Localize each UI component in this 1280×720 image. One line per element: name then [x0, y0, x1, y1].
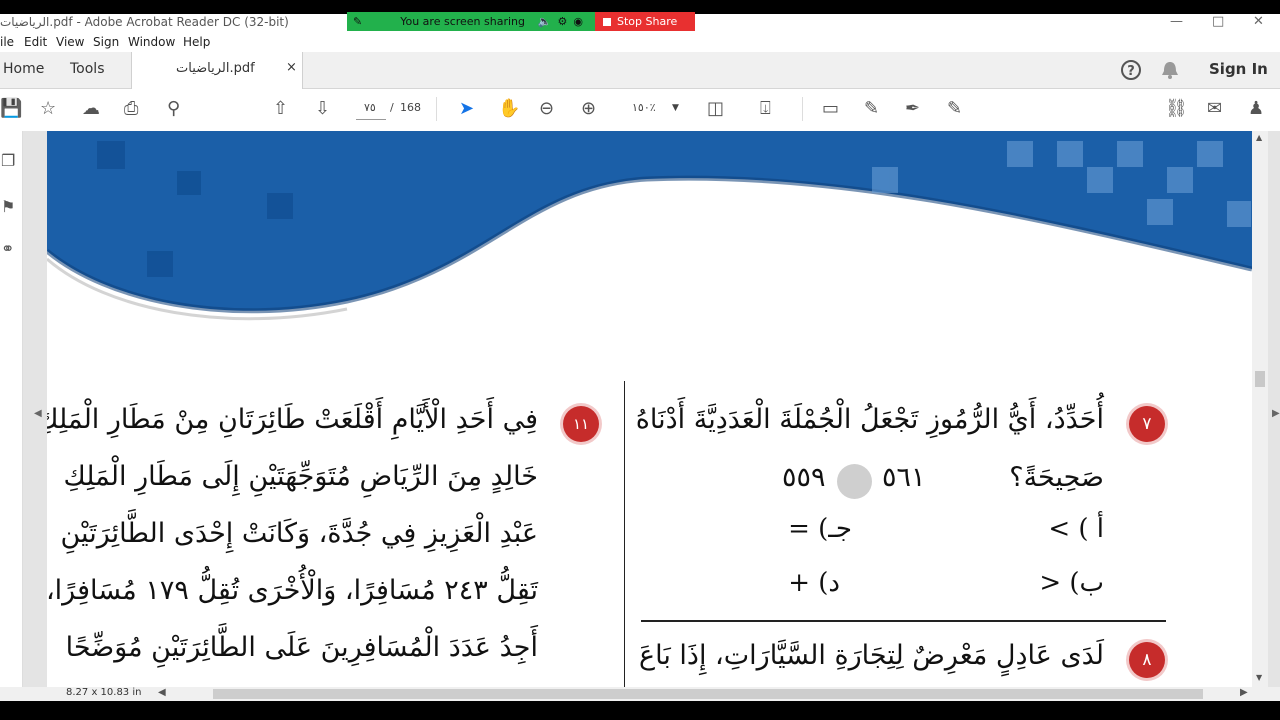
- page-size-readout: 8.27 x 10.83 in: [66, 687, 142, 698]
- horizontal-scrollbar[interactable]: 8.27 x 10.83 in ◀ ▶: [0, 687, 1280, 701]
- print-icon[interactable]: ⎙: [124, 99, 138, 119]
- close-window-button[interactable]: ✕: [1253, 14, 1264, 29]
- next-page-icon[interactable]: ⇩: [315, 99, 330, 119]
- bell-icon[interactable]: [1160, 59, 1180, 81]
- option-a: أ ) >: [1048, 514, 1104, 544]
- help-icon[interactable]: ?: [1120, 59, 1142, 81]
- screen-share-status: ✎ You are screen sharing 🔈⚙◉: [347, 12, 595, 31]
- highlight-icon[interactable]: ✎: [864, 99, 879, 119]
- column-divider: [624, 381, 625, 687]
- expression-left-number: ٥٦١: [882, 462, 926, 493]
- question-7-text: أُحَدِّدُ، أَيُّ الرُّمُوزِ تَجْعَلُ الْ…: [635, 404, 1104, 435]
- stop-icon: [603, 17, 611, 26]
- hand-tool-icon[interactable]: ✋: [498, 99, 520, 119]
- question-8-badge: ٨: [1129, 642, 1165, 678]
- menu-file[interactable]: ile: [0, 35, 14, 49]
- option-d: د) +: [788, 568, 840, 598]
- bookmark-icon[interactable]: ⚑: [1, 197, 15, 216]
- scroll-down-icon[interactable]: ▼: [1256, 673, 1262, 682]
- question-8-text: لَدَى عَادِلٍ مَعْرِضٌ لِتِجَارَةِ السَّ…: [639, 640, 1104, 671]
- question-7-text-cont: صَحِيحَةً؟: [1009, 462, 1104, 493]
- question-11-line-4: تَقِلُّ ٢٤٣ مُسَافِرًا، وَالْأُخْرَى تُق…: [47, 575, 538, 606]
- question-11-badge: ١١: [563, 406, 599, 442]
- sign-in-button[interactable]: Sign In: [1209, 60, 1268, 78]
- screen-share-bar: ✎ You are screen sharing 🔈⚙◉ Stop Share: [347, 12, 695, 31]
- left-nav-panel: ❐ ⚑ ⚭: [0, 131, 23, 687]
- zoom-in-icon[interactable]: ⊕: [581, 99, 596, 119]
- menu-window[interactable]: Window: [128, 35, 175, 49]
- horizontal-scroll-thumb[interactable]: [213, 689, 1203, 699]
- screen-share-text: You are screen sharing: [400, 15, 525, 28]
- tab-document[interactable]: الرياضيات.pdf ×: [131, 52, 303, 89]
- link-icon[interactable]: ⛓: [1165, 99, 1188, 119]
- question-7-badge: ٧: [1129, 406, 1165, 442]
- toolbar-divider: [436, 97, 437, 121]
- pin-icon[interactable]: ✎: [353, 15, 362, 28]
- star-icon[interactable]: ☆: [40, 99, 56, 119]
- scroll-right-icon[interactable]: ▶: [1240, 687, 1248, 698]
- stop-share-button[interactable]: Stop Share: [595, 12, 695, 31]
- select-cursor-icon[interactable]: ➤: [459, 99, 474, 119]
- main-toolbar: 💾 ☆ ☁ ⎙ ⚲ ⇧ ⇩ ٧٥ / 168 ➤ ✋ ⊖ ⊕ ١٥٠٪ ▼ ◫ …: [0, 89, 1280, 132]
- pdf-page: ٧ أُحَدِّدُ، أَيُّ الرُّمُوزِ تَجْعَلُ ا…: [47, 131, 1252, 687]
- close-tab-icon[interactable]: ×: [286, 60, 297, 75]
- question-divider: [641, 620, 1166, 622]
- comment-icon[interactable]: ▭: [822, 99, 839, 119]
- blank-circle: [837, 464, 872, 499]
- minimize-button[interactable]: —: [1170, 14, 1183, 29]
- scroll-up-icon[interactable]: ▲: [1256, 133, 1262, 142]
- window-title: الرياضيات.pdf - Adobe Acrobat Reader DC …: [0, 15, 289, 29]
- question-11-line-3: عَبْدِ الْعَزِيزِ فِي جُدَّةَ، وَكَانَتْ…: [60, 518, 539, 549]
- tab-home[interactable]: Home: [3, 61, 44, 77]
- page-number-input[interactable]: ٧٥: [356, 97, 386, 120]
- page-header-banner: [47, 131, 1252, 321]
- svg-text:?: ?: [1127, 64, 1135, 79]
- maximize-button[interactable]: □: [1212, 14, 1224, 29]
- document-tab-label: الرياضيات.pdf: [176, 61, 255, 76]
- tab-tools[interactable]: Tools: [70, 61, 105, 77]
- question-11-line-1: فِي أَحَدِ الْأَيَّامِ أَقْلَعَتْ طَائِر…: [47, 404, 538, 435]
- zoom-level[interactable]: ١٥٠٪: [632, 101, 656, 114]
- question-11-line-2: خَالِدٍ مِنَ الرِّيَاضِ مُتَوَجِّهَتَيْن…: [63, 461, 538, 492]
- option-b: ب) <: [1039, 568, 1104, 598]
- tab-bar: Home Tools الرياضيات.pdf × ? Sign In: [0, 52, 1280, 89]
- mail-icon[interactable]: ✉: [1207, 99, 1222, 119]
- collapse-left-icon[interactable]: ◀: [34, 408, 42, 419]
- share-controls-icons[interactable]: 🔈⚙◉: [538, 15, 589, 28]
- scroll-mode-icon[interactable]: ⍗: [760, 99, 771, 119]
- toolbar-divider: [802, 97, 803, 121]
- current-page: ٧٥: [364, 101, 376, 114]
- menu-edit[interactable]: Edit: [24, 35, 47, 49]
- sign-pen-icon[interactable]: ✒: [905, 99, 920, 119]
- expression-right-number: ٥٥٩: [782, 462, 826, 493]
- pages-icon[interactable]: ❐: [1, 151, 15, 170]
- option-c: جـ) =: [788, 514, 852, 544]
- fill-sign-icon[interactable]: ✎: [947, 99, 962, 119]
- stop-share-label: Stop Share: [617, 15, 678, 28]
- menu-help[interactable]: Help: [183, 35, 210, 49]
- vertical-scrollbar[interactable]: ▲ ▼: [1252, 131, 1268, 687]
- zoom-dropdown-icon[interactable]: ▼: [672, 103, 679, 113]
- collapse-right-icon[interactable]: ▶: [1272, 408, 1280, 419]
- total-pages: 168: [400, 101, 421, 114]
- zoom-out-icon[interactable]: ⊖: [539, 99, 554, 119]
- add-user-icon[interactable]: ♟: [1248, 99, 1264, 119]
- previous-page-icon[interactable]: ⇧: [273, 99, 288, 119]
- menu-view[interactable]: View: [56, 35, 84, 49]
- fit-page-icon[interactable]: ◫: [707, 99, 724, 119]
- menu-bar: ile Edit View Sign Window Help: [0, 32, 1280, 52]
- question-11-line-5: أَجِدُ عَدَدَ الْمُسَافِرِينَ عَلَى الطَ…: [65, 632, 538, 663]
- upload-icon[interactable]: ☁: [82, 99, 100, 119]
- bottom-bar: [0, 701, 1280, 720]
- search-icon[interactable]: ⚲: [167, 99, 180, 119]
- save-icon[interactable]: 💾: [0, 99, 22, 119]
- vertical-scroll-thumb[interactable]: [1255, 371, 1265, 387]
- page-separator: /: [390, 101, 394, 114]
- menu-sign[interactable]: Sign: [93, 35, 119, 49]
- attachment-icon[interactable]: ⚭: [1, 239, 14, 258]
- scroll-left-icon[interactable]: ◀: [158, 687, 166, 698]
